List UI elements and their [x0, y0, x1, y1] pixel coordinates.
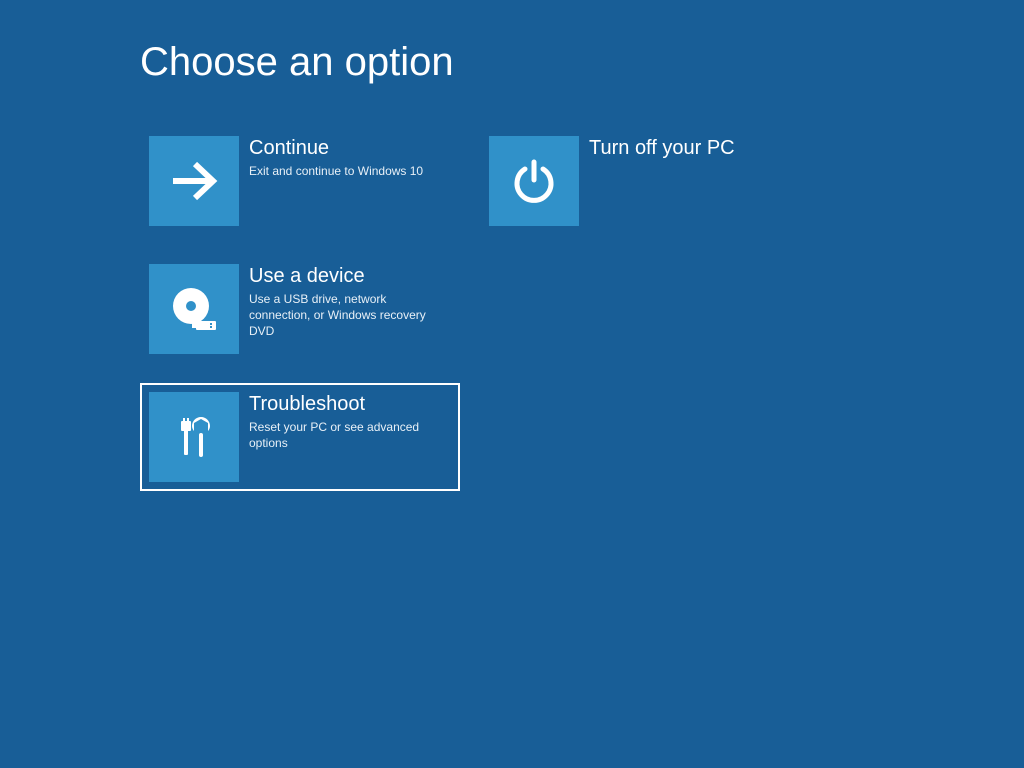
- option-use-device-title: Use a device: [249, 264, 449, 288]
- option-turn-off-title: Turn off your PC: [589, 136, 735, 160]
- options-column-right: Turn off your PC: [480, 127, 800, 491]
- option-troubleshoot-description: Reset your PC or see advanced options: [249, 419, 449, 451]
- tools-icon: [149, 392, 239, 482]
- option-continue-description: Exit and continue to Windows 10: [249, 163, 423, 179]
- option-use-device-description: Use a USB drive, network connection, or …: [249, 291, 449, 340]
- options-grid: Continue Exit and continue to Windows 10: [140, 127, 1024, 491]
- option-troubleshoot[interactable]: Troubleshoot Reset your PC or see advanc…: [140, 383, 460, 491]
- option-use-device[interactable]: Use a device Use a USB drive, network co…: [140, 255, 460, 363]
- option-turn-off[interactable]: Turn off your PC: [480, 127, 800, 235]
- option-troubleshoot-title: Troubleshoot: [249, 392, 449, 416]
- arrow-right-icon: [149, 136, 239, 226]
- page-title: Choose an option: [140, 40, 1024, 85]
- disc-usb-icon: [149, 264, 239, 354]
- option-continue[interactable]: Continue Exit and continue to Windows 10: [140, 127, 460, 235]
- power-icon: [489, 136, 579, 226]
- options-column-left: Continue Exit and continue to Windows 10: [140, 127, 460, 491]
- option-continue-title: Continue: [249, 136, 423, 160]
